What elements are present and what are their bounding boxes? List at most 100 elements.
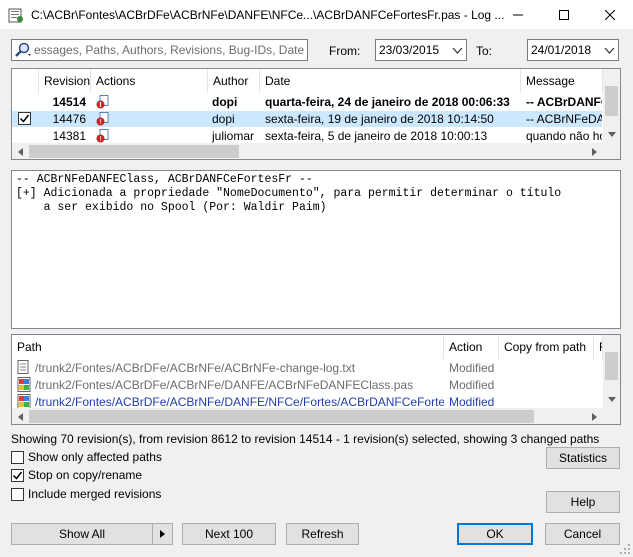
scroll-right-arrow-icon[interactable] xyxy=(586,143,603,159)
revision-message: -- ACBrNFeDAN xyxy=(526,112,602,126)
status-summary: Showing 70 revision(s), from revision 86… xyxy=(11,432,600,446)
ok-button[interactable]: OK xyxy=(457,523,533,545)
text-file-icon xyxy=(17,360,33,376)
revision-date: sexta-feira, 19 de janeiro de 2018 10:14… xyxy=(265,112,494,126)
close-icon xyxy=(605,9,615,20)
col-revision[interactable]: Revision xyxy=(39,69,91,93)
revision-date: quarta-feira, 24 de janeiro de 2018 00:0… xyxy=(265,95,510,109)
checkbox-unchecked[interactable] xyxy=(11,487,24,501)
revision-author: juliomar xyxy=(212,129,255,143)
refresh-button[interactable]: Refresh xyxy=(286,523,359,545)
cancel-button[interactable]: Cancel xyxy=(545,523,620,545)
revision-message: -- ACBrDANFC xyxy=(526,95,602,109)
scroll-down-arrow-icon[interactable] xyxy=(603,126,620,143)
checkbox-label: Show only affected paths xyxy=(28,450,162,464)
scroll-corner xyxy=(603,408,620,424)
path-text: /trunk2/Fontes/ACBrDFe/ACBrNFe/DANFE/ACB… xyxy=(35,378,414,392)
title-bar[interactable]: C:\ACBr\Fontes\ACBrDFe\ACBrNFe\DANFE\NFC… xyxy=(0,0,633,30)
revision-author: dopi xyxy=(212,112,235,126)
checkbox-label: Stop on copy/rename xyxy=(28,468,143,482)
revision-list-hscrollbar[interactable] xyxy=(12,143,603,159)
path-action: Modified xyxy=(449,378,495,392)
checkbox-label: Include merged revisions xyxy=(28,487,162,501)
revision-list-vscrollbar[interactable] xyxy=(603,69,620,143)
statistics-button[interactable]: Statistics xyxy=(546,447,620,469)
tortoise-app-icon xyxy=(8,7,24,23)
changed-paths-list[interactable]: Path Action Copy from path R /trunk2/Fon… xyxy=(11,334,621,425)
col-action[interactable]: Action xyxy=(444,335,499,359)
revision-number: 14381 xyxy=(52,129,86,143)
scroll-thumb[interactable] xyxy=(29,145,239,158)
scroll-thumb[interactable] xyxy=(605,86,618,116)
paths-list-hscrollbar[interactable] xyxy=(12,408,603,424)
pascal-file-icon xyxy=(17,377,33,393)
col-copy-from-path[interactable]: Copy from path xyxy=(499,335,594,359)
show-only-affected-checkbox[interactable]: Show only affected paths xyxy=(11,450,162,464)
revision-list[interactable]: Revision Actions Author Date Message 145… xyxy=(11,68,621,160)
revision-date: sexta-feira, 5 de janeiro de 2018 10:00:… xyxy=(265,129,488,143)
search-input[interactable] xyxy=(34,41,304,59)
revision-checkbox[interactable] xyxy=(18,111,32,127)
svg-text:!: ! xyxy=(99,135,102,143)
split-arrow-icon[interactable] xyxy=(152,524,172,544)
path-action: Modified xyxy=(449,361,495,375)
path-row[interactable]: /trunk2/Fontes/ACBrDFe/ACBrNFe/DANFE/ACB… xyxy=(12,377,602,393)
col-author[interactable]: Author xyxy=(208,69,260,93)
path-row[interactable]: /trunk2/Fontes/ACBrDFe/ACBrNFe/ACBrNFe-c… xyxy=(12,360,602,376)
chevron-down-icon[interactable] xyxy=(604,45,615,56)
revision-row[interactable]: 14381 ! juliomar sexta-feira, 5 de janei… xyxy=(12,128,602,144)
maximize-icon xyxy=(559,9,569,20)
scroll-left-arrow-icon[interactable] xyxy=(12,408,29,424)
scroll-right-arrow-icon[interactable] xyxy=(586,408,603,424)
scroll-left-arrow-icon[interactable] xyxy=(12,143,29,159)
search-icon[interactable] xyxy=(14,42,32,58)
from-date-picker[interactable]: 23/03/2015 xyxy=(375,39,467,61)
close-button[interactable] xyxy=(587,0,633,29)
svg-text:!: ! xyxy=(99,118,102,126)
revision-row-selected[interactable]: 14476 ! dopi sexta-feira, 19 de janeiro … xyxy=(12,111,602,127)
minimize-button[interactable] xyxy=(495,0,541,29)
revision-number: 14476 xyxy=(52,112,86,126)
scroll-thumb[interactable] xyxy=(605,352,618,380)
maximize-button[interactable] xyxy=(541,0,587,29)
from-date-value: 23/03/2015 xyxy=(379,43,440,57)
modified-file-icon: ! xyxy=(96,94,112,110)
to-date-picker[interactable]: 24/01/2018 xyxy=(527,39,619,61)
search-box[interactable] xyxy=(11,39,308,61)
checkbox-unchecked[interactable] xyxy=(11,450,24,464)
stop-on-copy-checkbox[interactable]: Stop on copy/rename xyxy=(11,468,142,482)
log-message-panel[interactable]: -- ACBrNFeDANFEClass, ACBrDANFCeFortesFr… xyxy=(11,170,621,329)
scroll-thumb[interactable] xyxy=(29,410,534,423)
chevron-down-icon[interactable] xyxy=(452,45,463,56)
to-date-value: 24/01/2018 xyxy=(531,43,592,57)
paths-list-vscrollbar[interactable] xyxy=(603,335,620,408)
scroll-corner xyxy=(603,143,620,159)
scroll-down-arrow-icon[interactable] xyxy=(603,391,620,408)
include-merged-checkbox[interactable]: Include merged revisions xyxy=(11,487,161,501)
revision-row[interactable]: 14514 ! dopi quarta-feira, 24 de janeiro… xyxy=(12,94,602,110)
svg-text:!: ! xyxy=(99,101,102,109)
minimize-icon xyxy=(513,14,523,15)
col-revision-truncated[interactable]: R xyxy=(594,335,603,359)
help-button[interactable]: Help xyxy=(546,491,620,513)
revision-message: quando não hou xyxy=(526,129,602,143)
log-message-text: -- ACBrNFeDANFEClass, ACBrDANFCeFortesFr… xyxy=(16,173,562,214)
col-actions[interactable]: Actions xyxy=(91,69,208,93)
col-message[interactable]: Message xyxy=(521,69,603,93)
checkbox-checked[interactable] xyxy=(11,468,24,482)
paths-list-header: Path Action Copy from path R xyxy=(12,335,620,359)
modified-file-icon: ! xyxy=(96,111,112,127)
show-all-label[interactable]: Show All xyxy=(59,527,105,541)
revision-number: 14514 xyxy=(52,95,86,109)
col-check[interactable] xyxy=(12,69,39,93)
col-date[interactable]: Date xyxy=(260,69,521,93)
resize-grip-icon[interactable] xyxy=(619,543,631,555)
from-label: From: xyxy=(329,44,361,58)
revision-list-header: Revision Actions Author Date Message xyxy=(12,69,620,93)
revision-author: dopi xyxy=(212,95,238,109)
next-100-button[interactable]: Next 100 xyxy=(182,523,276,545)
to-label: To: xyxy=(476,44,493,58)
col-path[interactable]: Path xyxy=(12,335,444,359)
show-all-split-button[interactable]: Show All xyxy=(11,523,173,545)
path-text: /trunk2/Fontes/ACBrDFe/ACBrNFe/ACBrNFe-c… xyxy=(35,361,356,375)
